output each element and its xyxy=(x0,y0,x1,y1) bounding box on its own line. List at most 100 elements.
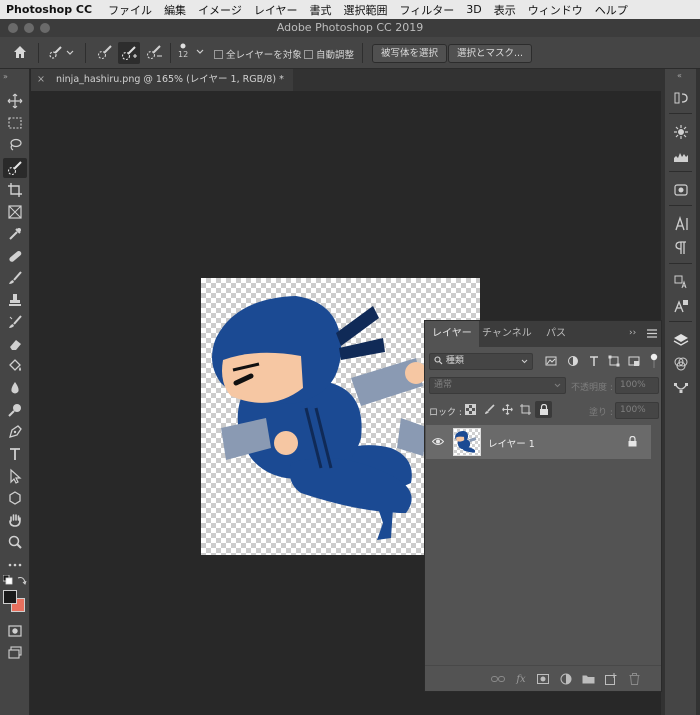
menu-image[interactable]: イメージ xyxy=(192,2,248,18)
dodge-tool[interactable] xyxy=(3,400,27,420)
tab-layers[interactable]: レイヤー xyxy=(425,321,479,347)
collapse-panel-icon[interactable]: ›› xyxy=(629,328,636,338)
menu-select[interactable]: 選択範囲 xyxy=(338,2,394,18)
add-mask-button[interactable] xyxy=(536,672,550,686)
quick-mask-button[interactable] xyxy=(3,621,27,641)
kind-filter-select[interactable]: 種類 xyxy=(429,353,533,370)
lasso-tool[interactable] xyxy=(3,135,27,155)
type-tool[interactable] xyxy=(3,444,27,464)
menu-type[interactable]: 書式 xyxy=(304,2,338,18)
close-window-button[interactable] xyxy=(8,23,18,33)
menu-file[interactable]: ファイル xyxy=(102,2,158,18)
filter-smart-object-button[interactable] xyxy=(628,355,640,367)
edit-toolbar-button[interactable] xyxy=(3,555,27,575)
fx-icon[interactable]: fx xyxy=(514,672,528,686)
path-selection-tool[interactable] xyxy=(3,466,27,486)
glyphs-panel-button[interactable] xyxy=(665,271,696,293)
menu-help[interactable]: ヘルプ xyxy=(589,2,634,18)
lock-all-button[interactable] xyxy=(535,401,552,418)
zoom-tool[interactable] xyxy=(3,532,27,552)
menu-app[interactable]: Photoshop CC xyxy=(0,3,102,16)
new-group-button[interactable] xyxy=(581,672,595,686)
foreground-color-swatch[interactable] xyxy=(3,590,17,604)
layer-visibility-toggle[interactable] xyxy=(432,437,444,446)
libraries-panel-button[interactable] xyxy=(665,179,696,201)
clone-stamp-tool[interactable] xyxy=(3,290,27,310)
default-colors-icon[interactable] xyxy=(3,575,13,585)
auto-enhance-checkbox[interactable]: 自動調整 xyxy=(304,47,354,61)
hand-tool[interactable] xyxy=(3,510,27,530)
paths-panel-button[interactable] xyxy=(665,377,696,399)
filter-toggle[interactable] xyxy=(650,353,658,369)
collapse-toolbar-icon[interactable]: » xyxy=(3,72,8,81)
tab-channels[interactable]: チャンネル xyxy=(475,321,539,347)
eyedropper-tool[interactable] xyxy=(3,224,27,244)
add-to-selection-button[interactable] xyxy=(118,42,140,64)
healing-brush-tool[interactable] xyxy=(3,246,27,266)
menu-3d[interactable]: 3D xyxy=(460,3,487,16)
subtract-from-selection-button[interactable] xyxy=(145,44,163,60)
new-layer-button[interactable] xyxy=(604,672,618,686)
brush-size-dropdown[interactable] xyxy=(196,49,204,55)
sample-all-layers-checkbox[interactable]: 全レイヤーを対象 xyxy=(214,47,302,61)
brush-size-picker[interactable]: 12 xyxy=(178,42,188,59)
brush-tool[interactable] xyxy=(3,268,27,288)
link-layers-button[interactable] xyxy=(491,672,505,686)
new-selection-button[interactable] xyxy=(96,44,114,60)
swap-colors-icon[interactable] xyxy=(17,575,27,585)
tab-paths[interactable]: パス xyxy=(539,321,573,347)
marquee-tool[interactable] xyxy=(3,113,27,133)
filter-adjustment-button[interactable] xyxy=(567,355,579,367)
tool-preset-picker[interactable] xyxy=(48,44,74,60)
lock-artboard-button[interactable] xyxy=(520,404,531,415)
adjustments-panel-button[interactable] xyxy=(665,121,696,143)
fill-input[interactable]: 100% xyxy=(615,402,659,419)
checkbox-box xyxy=(214,49,223,59)
pen-tool[interactable] xyxy=(3,422,27,442)
filter-shape-button[interactable] xyxy=(608,355,620,367)
collapse-dock-icon[interactable]: « xyxy=(677,71,682,80)
character-panel-button[interactable] xyxy=(665,213,696,235)
move-tool[interactable] xyxy=(3,91,27,111)
document-tab[interactable]: × ninja_hashiru.png @ 165% (レイヤー 1, RGB/… xyxy=(31,69,293,91)
channels-panel-button[interactable] xyxy=(665,353,696,375)
select-subject-button[interactable]: 被写体を選択 xyxy=(372,44,448,63)
panel-menu-button[interactable] xyxy=(647,329,657,338)
opacity-input[interactable]: 100% xyxy=(615,377,659,394)
filter-pixel-button[interactable] xyxy=(545,355,557,367)
menu-window[interactable]: ウィンドウ xyxy=(522,2,589,18)
history-brush-tool[interactable] xyxy=(3,312,27,332)
menu-layer[interactable]: レイヤー xyxy=(248,2,304,18)
divider xyxy=(362,43,363,63)
blend-mode-select[interactable]: 通常 xyxy=(429,377,566,394)
select-and-mask-button[interactable]: 選択とマスク... xyxy=(448,44,533,63)
blur-tool[interactable] xyxy=(3,378,27,398)
eraser-tool[interactable] xyxy=(3,334,27,354)
lock-image-pixels-button[interactable] xyxy=(484,404,495,415)
lock-position-button[interactable] xyxy=(502,404,513,415)
histogram-panel-button[interactable] xyxy=(665,145,696,167)
frame-tool[interactable] xyxy=(3,202,27,222)
shape-tool[interactable] xyxy=(3,488,27,508)
close-tab-icon[interactable]: × xyxy=(37,74,45,85)
menu-view[interactable]: 表示 xyxy=(488,2,522,18)
minimize-window-button[interactable] xyxy=(24,23,34,33)
home-button[interactable] xyxy=(12,44,28,60)
new-adjustment-layer-button[interactable] xyxy=(559,672,573,686)
crop-tool[interactable] xyxy=(3,180,27,200)
lock-transparent-pixels-button[interactable] xyxy=(465,404,476,415)
quick-selection-tool[interactable] xyxy=(3,158,27,178)
paint-bucket-tool[interactable] xyxy=(3,356,27,376)
menu-edit[interactable]: 編集 xyxy=(158,2,192,18)
layers-panel-button[interactable] xyxy=(665,329,696,351)
delete-layer-button[interactable] xyxy=(627,672,641,686)
screen-mode-button[interactable] xyxy=(3,643,27,663)
history-panel-button[interactable] xyxy=(665,87,696,109)
character-styles-button[interactable] xyxy=(665,295,696,317)
paragraph-panel-button[interactable] xyxy=(665,237,696,259)
menu-filter[interactable]: フィルター xyxy=(394,2,461,18)
zoom-window-button[interactable] xyxy=(40,23,50,33)
layer-lock-indicator xyxy=(628,436,637,447)
filter-type-button[interactable] xyxy=(588,355,600,367)
layer-row[interactable]: レイヤー 1 xyxy=(426,425,651,459)
